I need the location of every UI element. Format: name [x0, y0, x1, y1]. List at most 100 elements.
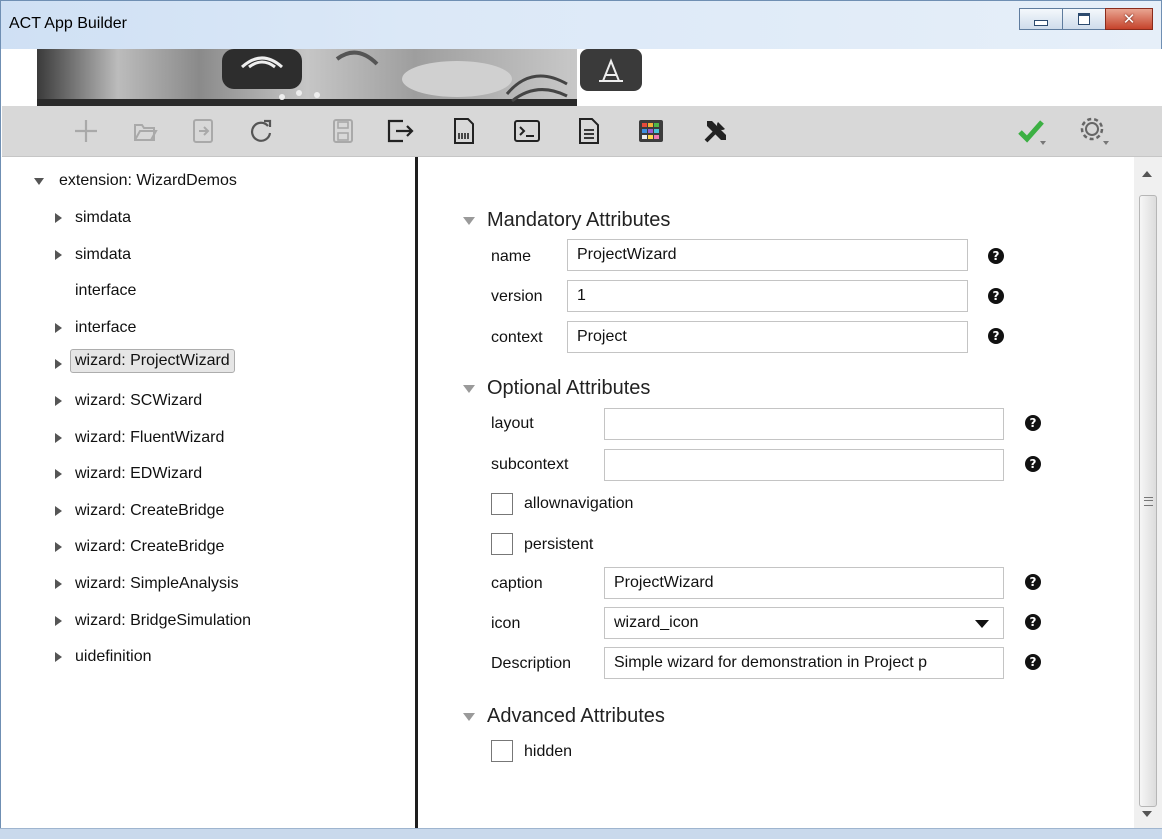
- scroll-down-arrow-icon[interactable]: [1142, 811, 1152, 817]
- tree-item[interactable]: wizard: BridgeSimulation: [2, 609, 412, 633]
- import-button[interactable]: [186, 115, 220, 147]
- expand-arrow-icon[interactable]: [55, 542, 62, 553]
- tree-item-label: wizard: SCWizard: [75, 392, 203, 409]
- window-bottom-border: [0, 828, 1162, 839]
- expand-arrow-icon[interactable]: [55, 652, 62, 663]
- tree-item-label: wizard: BridgeSimulation: [75, 611, 252, 629]
- tree-item[interactable]: wizard: SimpleAnalysis: [2, 572, 412, 596]
- tree-item-label: wizard: EDWizard: [75, 465, 203, 483]
- layout-label: layout: [491, 415, 534, 432]
- subcontext-field[interactable]: [604, 449, 1004, 481]
- tools-button[interactable]: [699, 115, 733, 147]
- help-icon[interactable]: ?: [1025, 614, 1041, 630]
- redo-icon: [250, 119, 272, 142]
- help-icon[interactable]: ?: [988, 288, 1004, 304]
- save-icon: [333, 119, 353, 143]
- tree-item[interactable]: interface: [2, 316, 412, 340]
- context-field[interactable]: Project: [567, 321, 968, 353]
- add-button[interactable]: [69, 115, 103, 147]
- expand-arrow-icon[interactable]: [55, 396, 62, 406]
- icon-label: icon: [491, 615, 521, 632]
- icon-dropdown[interactable]: wizard_icon: [604, 607, 1004, 639]
- caption-field[interactable]: ProjectWizard: [604, 567, 1004, 599]
- version-field[interactable]: 1: [567, 280, 968, 312]
- vertical-scrollbar[interactable]: [1134, 157, 1162, 829]
- help-icon[interactable]: ?: [988, 328, 1004, 344]
- expand-arrow-icon[interactable]: [55, 579, 62, 589]
- tree-item-label: simdata: [75, 245, 132, 263]
- expand-arrow-icon[interactable]: [55, 249, 62, 260]
- tree-item[interactable]: wizard: FluentWizard: [2, 426, 412, 450]
- caption-label: caption: [491, 575, 543, 592]
- save-button[interactable]: [326, 115, 360, 147]
- tree-root-label: extension: WizardDemos: [59, 172, 237, 189]
- persistent-checkbox[interactable]: [491, 533, 513, 555]
- add-icon: [75, 120, 97, 142]
- mandatory-section-header[interactable]: Mandatory Attributes: [463, 209, 670, 232]
- console-button[interactable]: [510, 115, 544, 147]
- tree-item[interactable]: wizard: ProjectWizard: [2, 349, 412, 376]
- title-bar[interactable]: ACT App Builder ✕: [1, 1, 1161, 49]
- expand-arrow-icon[interactable]: [55, 615, 62, 626]
- help-icon[interactable]: ?: [1025, 654, 1041, 670]
- palette-icon: [639, 120, 663, 142]
- document-button[interactable]: [572, 115, 606, 147]
- expand-arrow-icon[interactable]: [55, 432, 62, 443]
- toolbar: [2, 106, 1162, 157]
- maximize-button[interactable]: [1062, 8, 1106, 30]
- allownavigation-checkbox[interactable]: [491, 493, 513, 515]
- expand-arrow-icon[interactable]: [55, 469, 62, 480]
- tree-root[interactable]: extension: WizardDemos: [2, 169, 412, 193]
- tree-item-label: interface: [75, 318, 137, 336]
- minimize-button[interactable]: [1019, 8, 1063, 30]
- validate-button[interactable]: [1014, 115, 1048, 147]
- export-button[interactable]: [384, 115, 418, 147]
- palette-button[interactable]: [634, 115, 668, 147]
- settings-button[interactable]: [1077, 115, 1111, 147]
- collapse-arrow-icon: [463, 712, 475, 721]
- subcontext-label: subcontext: [491, 456, 569, 473]
- tree-item[interactable]: wizard: CreateBridge: [2, 499, 412, 523]
- expand-arrow-icon[interactable]: [55, 322, 62, 333]
- close-button[interactable]: ✕: [1105, 8, 1153, 30]
- tree-item-label: wizard: CreateBridge: [75, 538, 225, 556]
- persistent-label: persistent: [524, 536, 594, 553]
- collapse-arrow-icon[interactable]: [34, 178, 44, 185]
- help-icon[interactable]: ?: [1025, 574, 1041, 590]
- window-controls: ✕: [1019, 8, 1153, 30]
- build-button[interactable]: [447, 115, 481, 147]
- expand-arrow-icon[interactable]: [55, 213, 62, 223]
- help-icon[interactable]: ?: [988, 248, 1004, 264]
- redo-button[interactable]: [244, 115, 278, 147]
- help-icon[interactable]: ?: [1025, 415, 1041, 431]
- description-field[interactable]: Simple wizard for demonstration in Proje…: [604, 647, 1004, 679]
- advanced-section-header[interactable]: Advanced Attributes: [463, 705, 665, 728]
- expand-arrow-icon[interactable]: [55, 359, 62, 370]
- tree-item[interactable]: wizard: CreateBridge: [2, 535, 412, 559]
- tree-item[interactable]: simdata: [2, 243, 412, 267]
- context-label: context: [491, 329, 543, 346]
- open-button[interactable]: [128, 115, 162, 147]
- tree-item[interactable]: wizard: EDWizard: [2, 462, 412, 486]
- scroll-up-arrow-icon[interactable]: [1142, 171, 1152, 177]
- expand-arrow-icon[interactable]: [55, 505, 62, 516]
- minimize-icon: [1034, 20, 1048, 26]
- open-icon: [134, 124, 158, 141]
- tree-item[interactable]: wizard: SCWizard: [2, 389, 412, 413]
- tree-item-label: simdata: [75, 209, 132, 226]
- scroll-thumb[interactable]: [1139, 195, 1157, 807]
- layout-field[interactable]: [604, 408, 1004, 440]
- name-field[interactable]: ProjectWizard: [567, 239, 968, 271]
- grip-icon: [1144, 497, 1153, 506]
- optional-section-header[interactable]: Optional Attributes: [463, 377, 650, 400]
- icon-dropdown-value: wizard_icon: [614, 614, 699, 631]
- tree-item[interactable]: simdata: [2, 206, 412, 230]
- banner-graphic: [37, 49, 642, 106]
- import-icon: [193, 119, 213, 143]
- name-label: name: [491, 248, 532, 265]
- help-icon[interactable]: ?: [1025, 456, 1041, 472]
- attributes-panel: Mandatory Attributes name ProjectWizard …: [418, 157, 1133, 829]
- hidden-checkbox[interactable]: [491, 740, 513, 762]
- tree-item[interactable]: interface: [2, 279, 412, 303]
- tree-item[interactable]: uidefinition: [2, 645, 412, 669]
